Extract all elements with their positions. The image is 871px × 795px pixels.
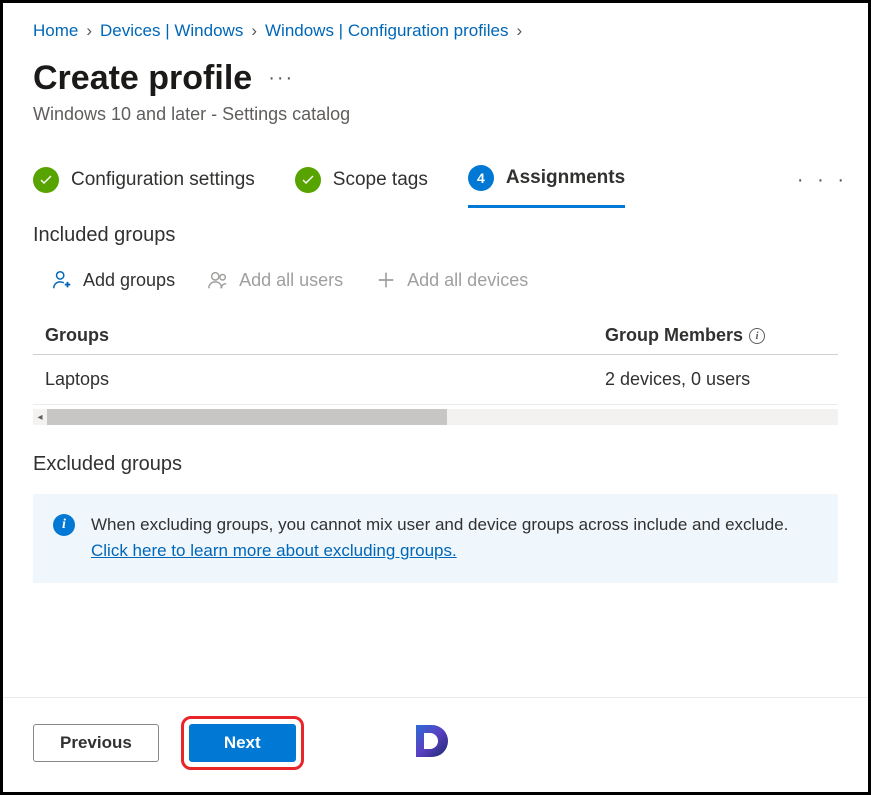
action-label: Add groups	[83, 270, 175, 291]
learn-more-link[interactable]: Click here to learn more about excluding…	[91, 541, 457, 560]
page-subtitle: Windows 10 and later - Settings catalog	[33, 104, 838, 125]
excluded-groups-heading: Excluded groups	[33, 453, 838, 476]
info-icon: i	[53, 514, 75, 536]
action-label: Add all devices	[407, 270, 528, 291]
check-circle-icon	[33, 167, 59, 193]
horizontal-scrollbar[interactable]: ◂	[33, 409, 838, 425]
people-icon	[207, 269, 229, 291]
step-label: Configuration settings	[71, 169, 255, 191]
step-scope-tags[interactable]: Scope tags	[295, 167, 428, 193]
excluded-info-banner: i When excluding groups, you cannot mix …	[33, 494, 838, 583]
action-label: Add all users	[239, 270, 343, 291]
more-steps-icon[interactable]: · · ·	[797, 169, 848, 192]
banner-message: When excluding groups, you cannot mix us…	[91, 515, 788, 534]
page-title: Create profile	[33, 59, 252, 98]
previous-button[interactable]: Previous	[33, 724, 159, 762]
breadcrumb-profiles[interactable]: Windows | Configuration profiles	[265, 21, 508, 41]
breadcrumb-devices[interactable]: Devices | Windows	[100, 21, 243, 41]
info-icon[interactable]: i	[749, 328, 765, 344]
step-configuration-settings[interactable]: Configuration settings	[33, 167, 255, 193]
scroll-left-icon[interactable]: ◂	[33, 409, 47, 425]
more-actions-icon[interactable]: ···	[268, 67, 294, 90]
next-button[interactable]: Next	[189, 724, 296, 762]
chevron-right-icon: ›	[516, 21, 522, 41]
check-circle-icon	[295, 167, 321, 193]
cell-group-name: Laptops	[45, 369, 605, 390]
step-assignments[interactable]: 4 Assignments	[468, 165, 625, 208]
banner-text: When excluding groups, you cannot mix us…	[91, 512, 818, 565]
step-label: Scope tags	[333, 169, 428, 191]
chevron-right-icon: ›	[86, 21, 92, 41]
add-all-devices-button[interactable]: Add all devices	[371, 265, 532, 295]
included-groups-heading: Included groups	[33, 224, 838, 247]
step-label: Assignments	[506, 167, 625, 189]
add-groups-button[interactable]: Add groups	[47, 265, 179, 295]
cell-group-members: 2 devices, 0 users	[605, 369, 826, 390]
person-add-icon	[51, 269, 73, 291]
breadcrumb: Home › Devices | Windows › Windows | Con…	[33, 21, 838, 41]
plus-icon	[375, 269, 397, 291]
col-header-members[interactable]: Group Members i	[605, 325, 826, 346]
step-number-icon: 4	[468, 165, 494, 191]
chevron-right-icon: ›	[251, 21, 257, 41]
col-header-label: Group Members	[605, 325, 743, 346]
groups-table: Groups Group Members i Laptops 2 devices…	[33, 317, 838, 405]
included-toolbar: Add groups Add all users Add all devices	[47, 265, 838, 295]
wizard-footer: Previous Next	[3, 697, 868, 792]
col-header-groups[interactable]: Groups	[45, 325, 605, 346]
next-highlight: Next	[181, 716, 304, 770]
breadcrumb-home[interactable]: Home	[33, 21, 78, 41]
wizard-steps: Configuration settings Scope tags 4 Assi…	[33, 165, 838, 194]
add-all-users-button[interactable]: Add all users	[203, 265, 347, 295]
scrollbar-thumb[interactable]	[47, 409, 447, 425]
brand-logo	[406, 719, 454, 767]
table-row[interactable]: Laptops 2 devices, 0 users	[33, 355, 838, 405]
